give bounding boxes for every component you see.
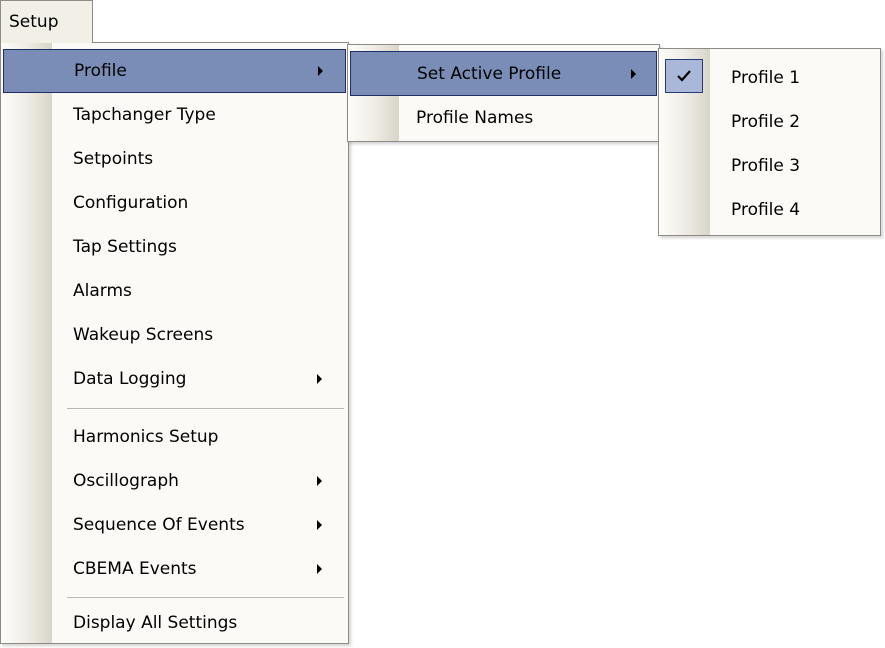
check-box <box>665 59 703 93</box>
chevron-right-icon <box>317 520 322 530</box>
chevron-right-icon <box>631 68 636 79</box>
menu-item-tap-settings[interactable]: Tap Settings <box>3 225 346 269</box>
menu-item-profile-1[interactable]: Profile 1 <box>661 55 878 100</box>
menu-item-configuration[interactable]: Configuration <box>3 181 346 225</box>
menu-item-set-active-profile[interactable]: Set Active Profile <box>350 51 657 96</box>
menu-item-profile-3[interactable]: Profile 3 <box>661 144 878 188</box>
menu-separator <box>67 408 344 409</box>
menu-item-profile-2[interactable]: Profile 2 <box>661 100 878 144</box>
menu-item-label: Wakeup Screens <box>73 325 214 345</box>
setup-dropdown-menu: Profile Tapchanger Type Setpoints Config… <box>0 42 349 644</box>
menu-item-tapchanger-type[interactable]: Tapchanger Type <box>3 93 346 137</box>
menu-item-label: Configuration <box>73 193 189 213</box>
menu-item-label: CBEMA Events <box>73 559 197 579</box>
menu-item-oscillograph[interactable]: Oscillograph <box>3 459 346 503</box>
menu-item-setpoints[interactable]: Setpoints <box>3 137 346 181</box>
menu-item-label: Setpoints <box>73 149 154 169</box>
chevron-right-icon <box>317 476 322 486</box>
menu-separator <box>67 597 344 598</box>
menu-item-harmonics-setup[interactable]: Harmonics Setup <box>3 415 346 459</box>
menu-item-label: Profile 1 <box>731 67 801 88</box>
menu-item-label: Oscillograph <box>73 471 179 491</box>
menu-item-label: Alarms <box>73 281 132 301</box>
menu-item-label: Profile 3 <box>731 156 801 176</box>
setup-menu-button[interactable]: Setup <box>0 0 93 43</box>
screen: Setup Profile Tapchanger Type Setpoints … <box>0 0 885 648</box>
menu-item-sequence-of-events[interactable]: Sequence Of Events <box>3 503 346 547</box>
menu-item-label: Data Logging <box>73 369 187 389</box>
menu-item-profile-names[interactable]: Profile Names <box>350 96 657 140</box>
menu-item-label: Profile 4 <box>731 200 801 220</box>
menu-item-label: Profile 2 <box>731 112 801 132</box>
menu-item-alarms[interactable]: Alarms <box>3 269 346 313</box>
chevron-right-icon <box>318 66 323 76</box>
menu-item-label: Tap Settings <box>73 237 177 257</box>
menu-item-display-all-settings[interactable]: Display All Settings <box>3 601 346 645</box>
menu-item-label: Harmonics Setup <box>73 427 219 447</box>
chevron-right-icon <box>317 374 322 384</box>
menu-item-cbema-events[interactable]: CBEMA Events <box>3 547 346 591</box>
menu-item-label: Tapchanger Type <box>73 105 216 125</box>
menu-item-label: Sequence Of Events <box>73 515 245 535</box>
menu-item-wakeup-screens[interactable]: Wakeup Screens <box>3 313 346 357</box>
menu-item-profile[interactable]: Profile <box>3 49 346 93</box>
checkmark-icon <box>677 70 691 82</box>
setup-menu-label: Setup <box>9 12 59 32</box>
menu-item-label: Profile <box>74 61 127 81</box>
menu-item-label: Profile Names <box>416 108 534 128</box>
set-active-profile-submenu: Profile 1 Profile 2 Profile 3 Profile 4 <box>658 48 881 236</box>
profile-submenu: Set Active Profile Profile Names <box>347 44 660 142</box>
menu-item-profile-4[interactable]: Profile 4 <box>661 188 878 232</box>
menu-item-label: Set Active Profile <box>417 63 562 84</box>
menu-item-data-logging[interactable]: Data Logging <box>3 357 346 401</box>
chevron-right-icon <box>317 564 322 574</box>
menu-item-label: Display All Settings <box>73 613 238 633</box>
